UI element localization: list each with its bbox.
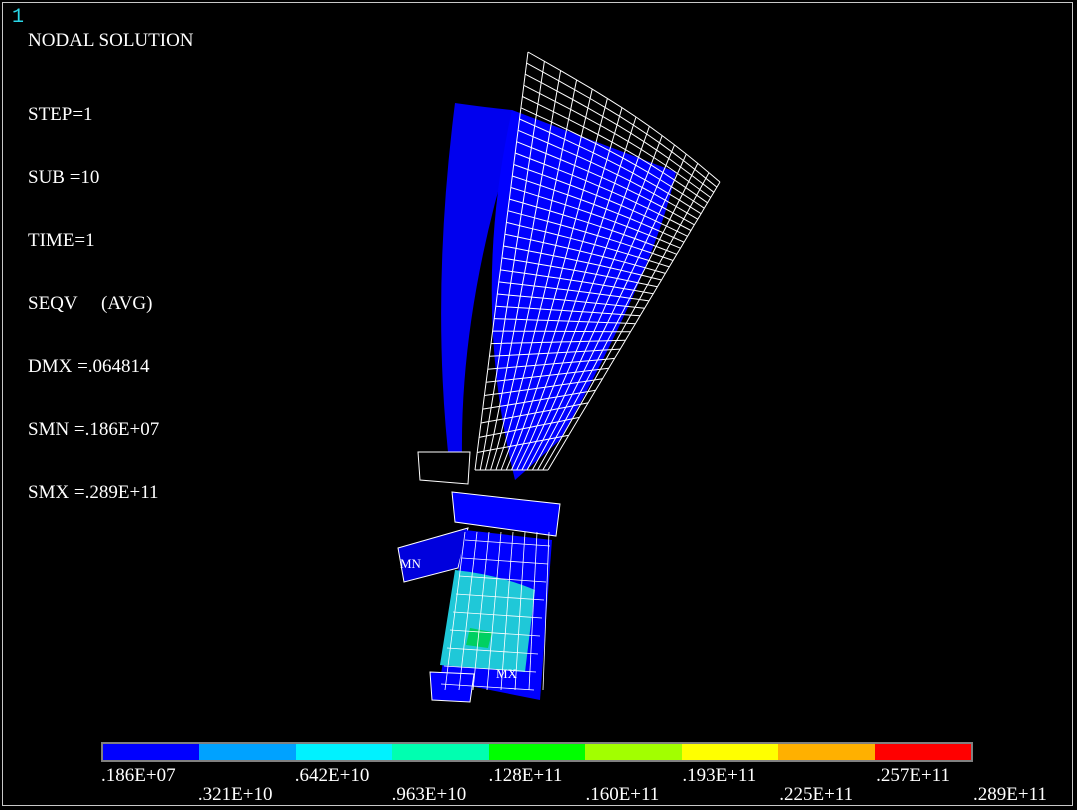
legend-cell bbox=[874, 744, 971, 760]
legend-label-lower: .321E+10 bbox=[197, 784, 273, 805]
legend-cell bbox=[488, 744, 586, 760]
legend-label-upper: .193E+11 bbox=[682, 765, 757, 786]
contour-legend-bar bbox=[101, 742, 973, 762]
min-marker: MN bbox=[400, 556, 421, 571]
legend-label-lower: .289E+11 bbox=[973, 784, 1047, 805]
legend-cell bbox=[392, 744, 489, 760]
legend-label-lower: .963E+10 bbox=[391, 784, 467, 805]
legend-cell bbox=[295, 744, 393, 760]
legend-cell bbox=[585, 744, 682, 760]
max-marker: MX bbox=[496, 666, 517, 681]
legend-cell bbox=[199, 744, 296, 760]
legend-label-upper: .128E+11 bbox=[488, 765, 563, 786]
legend-label-upper: .642E+10 bbox=[294, 765, 370, 786]
legend-label-upper: .186E+07 bbox=[101, 765, 176, 786]
legend-cell bbox=[778, 744, 875, 760]
legend-cell bbox=[103, 744, 200, 760]
legend-label-upper: .257E+11 bbox=[876, 765, 950, 786]
legend-label-lower: .160E+11 bbox=[585, 784, 660, 805]
legend-label-lower: .225E+11 bbox=[779, 784, 854, 805]
legend-cell bbox=[681, 744, 779, 760]
model-viewport[interactable] bbox=[0, 0, 1077, 740]
